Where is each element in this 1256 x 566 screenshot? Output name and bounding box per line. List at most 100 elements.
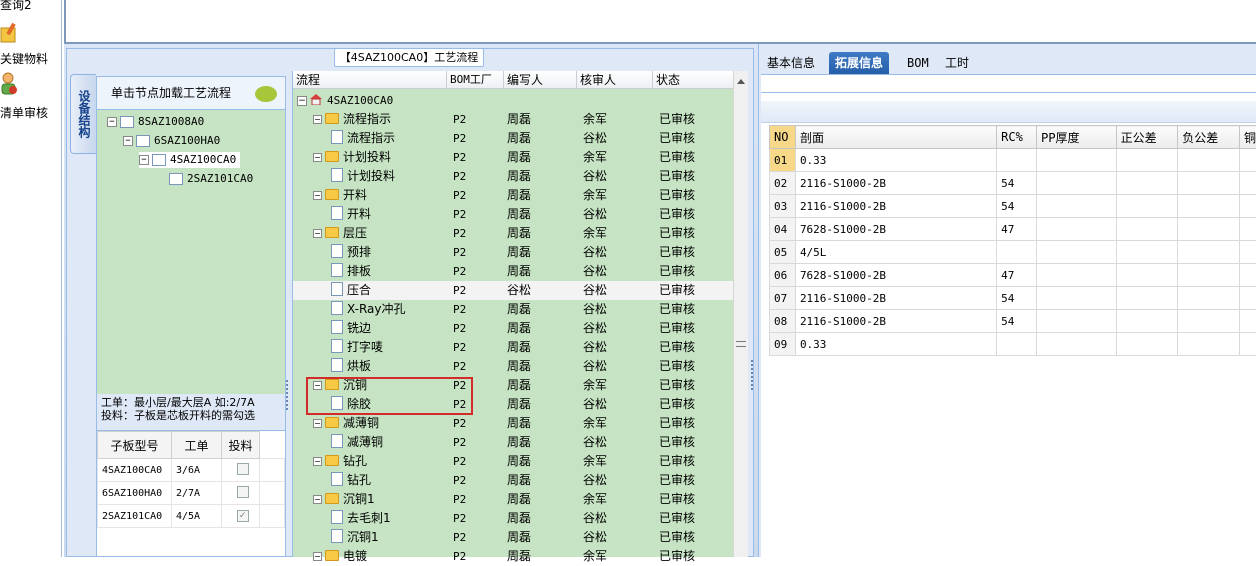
nav-item-list-review[interactable]: 清单审核 xyxy=(0,104,48,121)
collapse-icon[interactable]: − xyxy=(313,229,322,238)
col-header-no[interactable]: NO xyxy=(770,126,796,149)
table-row[interactable]: 2SAZ101CA0 4/5A ✓ xyxy=(98,505,285,528)
col-header-order[interactable]: 工单 xyxy=(172,432,222,459)
cell-profile[interactable]: 2116-S1000-2B xyxy=(795,172,996,195)
flow-row[interactable]: −钻孔P2周磊余军已审核 xyxy=(293,452,734,471)
col-header-copper[interactable]: 铜 xyxy=(1239,126,1256,149)
col-header-flow[interactable]: 流程 xyxy=(293,71,447,89)
col-header-feed[interactable]: 投料 xyxy=(222,432,260,459)
cell-profile[interactable]: 2116-S1000-2B xyxy=(795,195,996,218)
table-row[interactable]: 010.33 xyxy=(770,149,1256,172)
tree-node-level4[interactable]: 2SAZ101CA0 xyxy=(169,171,253,187)
collapse-icon[interactable]: − xyxy=(313,419,322,428)
feed-checkbox-checked[interactable]: ✓ xyxy=(237,510,249,522)
cell-order[interactable]: 4/5A xyxy=(172,505,222,528)
nav-item-key-materials[interactable]: 关键物料 xyxy=(0,50,48,67)
nav-item-query2[interactable]: 查询2 xyxy=(0,0,32,13)
cell-profile[interactable]: 0.33 xyxy=(795,149,996,172)
col-header-plus-tol[interactable]: 正公差 xyxy=(1116,126,1178,149)
cell-minus-tol[interactable] xyxy=(1178,218,1240,241)
cell-minus-tol[interactable] xyxy=(1178,149,1240,172)
flow-row[interactable]: 流程指示P2周磊谷松已审核 xyxy=(293,129,734,148)
tree-node-level3-selected[interactable]: −4SAZ100CA0 xyxy=(139,152,240,168)
table-row[interactable]: 072116-S1000-2B54 xyxy=(770,287,1256,310)
collapse-icon[interactable]: − xyxy=(313,495,322,504)
cell-pp-thickness[interactable] xyxy=(1037,310,1117,333)
cell-order[interactable]: 2/7A xyxy=(172,482,222,505)
cell-profile[interactable]: 4/5L xyxy=(795,241,996,264)
feed-checkbox[interactable] xyxy=(237,486,249,498)
input-strip[interactable] xyxy=(761,75,1256,93)
cell-minus-tol[interactable] xyxy=(1178,172,1240,195)
cell-rc[interactable]: 47 xyxy=(997,264,1037,287)
flow-row[interactable]: 钻孔P2周磊谷松已审核 xyxy=(293,471,734,490)
cell-copper[interactable] xyxy=(1239,149,1256,172)
cell-pp-thickness[interactable] xyxy=(1037,333,1117,356)
cell-pp-thickness[interactable] xyxy=(1037,172,1117,195)
table-row[interactable]: 4SAZ100CA0 3/6A xyxy=(98,459,285,482)
cell-profile[interactable]: 0.33 xyxy=(795,333,996,356)
cell-profile[interactable]: 2116-S1000-2B xyxy=(795,310,996,333)
cell-plus-tol[interactable] xyxy=(1116,310,1178,333)
cell-copper[interactable] xyxy=(1239,241,1256,264)
tab-extended-info[interactable]: 拓展信息 xyxy=(829,52,889,74)
flow-row[interactable]: 去毛刺1P2周磊谷松已审核 xyxy=(293,509,734,528)
cell-copper[interactable] xyxy=(1239,195,1256,218)
cell-profile[interactable]: 7628-S1000-2B xyxy=(795,264,996,287)
collapse-icon[interactable]: − xyxy=(313,115,322,124)
cell-pp-thickness[interactable] xyxy=(1037,241,1117,264)
flow-row[interactable]: 排板P2周磊谷松已审核 xyxy=(293,262,734,281)
table-row[interactable]: 054/5L xyxy=(770,241,1256,264)
feed-checkbox[interactable] xyxy=(237,463,249,475)
table-row[interactable]: 047628-S1000-2B47 xyxy=(770,218,1256,241)
collapse-icon[interactable]: − xyxy=(107,117,117,127)
tab-bom[interactable]: BOM xyxy=(901,52,935,74)
table-row[interactable]: 067628-S1000-2B47 xyxy=(770,264,1256,287)
flow-row[interactable]: 铣边P2周磊谷松已审核 xyxy=(293,319,734,338)
cell-copper[interactable] xyxy=(1239,218,1256,241)
pencil-note-icon[interactable] xyxy=(0,22,18,44)
table-row[interactable]: 032116-S1000-2B54 xyxy=(770,195,1256,218)
cell-minus-tol[interactable] xyxy=(1178,333,1240,356)
scroll-up-icon[interactable] xyxy=(737,75,745,84)
flow-row[interactable]: 打字唛P2周磊谷松已审核 xyxy=(293,338,734,357)
collapse-icon[interactable]: − xyxy=(313,153,322,162)
cell-rc[interactable]: 54 xyxy=(997,172,1037,195)
flow-row[interactable]: −沉铜1P2周磊余军已审核 xyxy=(293,490,734,509)
cell-plus-tol[interactable] xyxy=(1116,333,1178,356)
cell-pp-thickness[interactable] xyxy=(1037,218,1117,241)
flow-row[interactable]: 减薄铜P2周磊谷松已审核 xyxy=(293,433,734,452)
cell-minus-tol[interactable] xyxy=(1178,195,1240,218)
collapse-icon[interactable]: − xyxy=(313,457,322,466)
flow-row[interactable]: 预排P2周磊谷松已审核 xyxy=(293,243,734,262)
flow-row[interactable]: 沉铜1P2周磊谷松已审核 xyxy=(293,528,734,547)
collapse-icon[interactable]: − xyxy=(123,136,133,146)
cell-rc[interactable]: 54 xyxy=(997,310,1037,333)
cell-minus-tol[interactable] xyxy=(1178,310,1240,333)
flow-root-row[interactable]: −4SAZ100CA0 xyxy=(293,91,734,110)
cell-rc[interactable]: 54 xyxy=(997,195,1037,218)
tree-node-level2[interactable]: −6SAZ100HA0 xyxy=(123,133,220,149)
collapse-icon[interactable]: − xyxy=(297,96,307,106)
cell-profile[interactable]: 7628-S1000-2B xyxy=(795,218,996,241)
collapse-icon[interactable]: − xyxy=(139,155,149,165)
table-row[interactable]: 082116-S1000-2B54 xyxy=(770,310,1256,333)
table-row[interactable]: 6SAZ100HA0 2/7A xyxy=(98,482,285,505)
cell-minus-tol[interactable] xyxy=(1178,241,1240,264)
tree-node-root[interactable]: −8SAZ1008A0 xyxy=(107,114,204,130)
col-header-model[interactable]: 子板型号 xyxy=(98,432,172,459)
cell-pp-thickness[interactable] xyxy=(1037,149,1117,172)
flow-row[interactable]: −计划投料P2周磊余军已审核 xyxy=(293,148,734,167)
col-header-status[interactable]: 状态 xyxy=(653,71,734,89)
flow-scrollbar[interactable] xyxy=(733,71,748,557)
col-header-bom-factory[interactable]: BOM工厂 xyxy=(447,71,504,89)
flow-row[interactable]: −减薄铜P2周磊余军已审核 xyxy=(293,414,734,433)
collapse-icon[interactable]: − xyxy=(313,191,322,200)
flow-row[interactable]: 计划投料P2周磊谷松已审核 xyxy=(293,167,734,186)
flow-row[interactable]: 开料P2周磊谷松已审核 xyxy=(293,205,734,224)
cell-plus-tol[interactable] xyxy=(1116,218,1178,241)
cell-copper[interactable] xyxy=(1239,333,1256,356)
cell-minus-tol[interactable] xyxy=(1178,287,1240,310)
cell-minus-tol[interactable] xyxy=(1178,264,1240,287)
cell-copper[interactable] xyxy=(1239,310,1256,333)
